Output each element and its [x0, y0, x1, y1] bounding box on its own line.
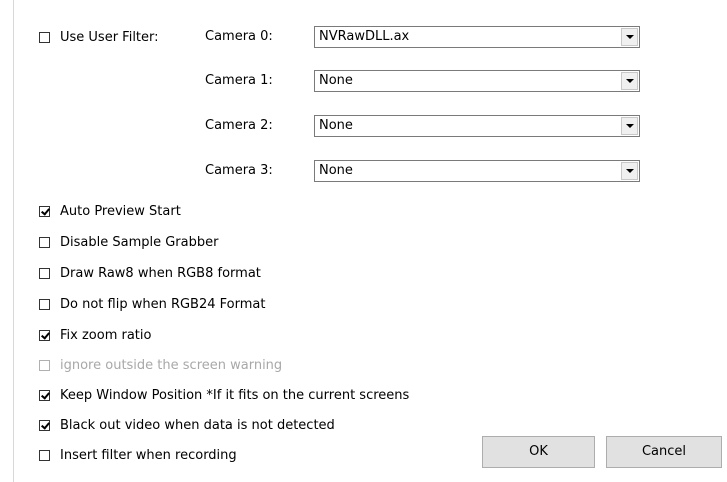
camera-0-value: NVRawDLL.ax [319, 29, 410, 44]
option-do-not-flip[interactable]: Do not flip when RGB24 Format [39, 294, 265, 314]
camera-3-label: Camera 3: [205, 163, 273, 178]
cancel-button[interactable]: Cancel [606, 436, 722, 468]
option-ignore-outside-screen[interactable]: ignore outside the screen warning [39, 355, 282, 375]
camera-1-label: Camera 1: [205, 73, 273, 88]
option-do-not-flip-label: Do not flip when RGB24 Format [60, 296, 266, 312]
option-fix-zoom-ratio-box[interactable] [39, 329, 50, 341]
camera-1-value: None [319, 73, 353, 88]
camera-2-select[interactable]: None [314, 115, 640, 137]
camera-1-select[interactable]: None [314, 70, 640, 92]
camera-0-label: Camera 0: [205, 29, 273, 44]
use-user-filter-checkbox[interactable]: Use User Filter: [39, 27, 159, 47]
option-ignore-outside-screen-box[interactable] [39, 359, 50, 371]
option-fix-zoom-ratio-label: Fix zoom ratio [60, 327, 152, 343]
option-disable-sample-grabber-box[interactable] [39, 236, 50, 248]
option-disable-sample-grabber-label: Disable Sample Grabber [60, 234, 219, 250]
option-draw-raw8-label: Draw Raw8 when RGB8 format [60, 265, 261, 281]
option-do-not-flip-box[interactable] [39, 298, 50, 310]
camera-0-select[interactable]: NVRawDLL.ax [314, 26, 640, 48]
option-auto-preview-start-label: Auto Preview Start [60, 203, 181, 219]
option-black-out-video-label: Black out video when data is not detecte… [60, 417, 335, 433]
camera-1-dropdown-arrow-icon[interactable] [621, 72, 638, 90]
camera-3-dropdown-arrow-icon[interactable] [621, 162, 638, 180]
option-auto-preview-start[interactable]: Auto Preview Start [39, 201, 181, 221]
option-insert-filter-recording[interactable]: Insert filter when recording [39, 445, 237, 465]
option-fix-zoom-ratio[interactable]: Fix zoom ratio [39, 325, 151, 345]
dialog-left-border [13, 0, 14, 482]
use-user-filter-label: Use User Filter: [60, 29, 159, 45]
camera-2-label: Camera 2: [205, 118, 273, 133]
camera-3-value: None [319, 163, 353, 178]
option-keep-window-position-label: Keep Window Position *If it fits on the … [60, 387, 410, 403]
option-keep-window-position-box[interactable] [39, 389, 50, 401]
camera-0-dropdown-arrow-icon[interactable] [621, 28, 638, 46]
option-keep-window-position[interactable]: Keep Window Position *If it fits on the … [39, 385, 409, 405]
option-draw-raw8[interactable]: Draw Raw8 when RGB8 format [39, 263, 261, 283]
option-black-out-video-box[interactable] [39, 419, 50, 431]
option-disable-sample-grabber[interactable]: Disable Sample Grabber [39, 232, 218, 252]
use-user-filter-box[interactable] [39, 31, 50, 43]
option-auto-preview-start-box[interactable] [39, 205, 50, 217]
option-draw-raw8-box[interactable] [39, 267, 50, 279]
option-ignore-outside-screen-label: ignore outside the screen warning [60, 357, 283, 373]
option-insert-filter-recording-label: Insert filter when recording [60, 447, 237, 463]
option-insert-filter-recording-box[interactable] [39, 449, 50, 461]
option-black-out-video[interactable]: Black out video when data is not detecte… [39, 415, 335, 435]
ok-button[interactable]: OK [482, 436, 595, 468]
camera-2-value: None [319, 118, 353, 133]
camera-3-select[interactable]: None [314, 160, 640, 182]
camera-2-dropdown-arrow-icon[interactable] [621, 117, 638, 135]
